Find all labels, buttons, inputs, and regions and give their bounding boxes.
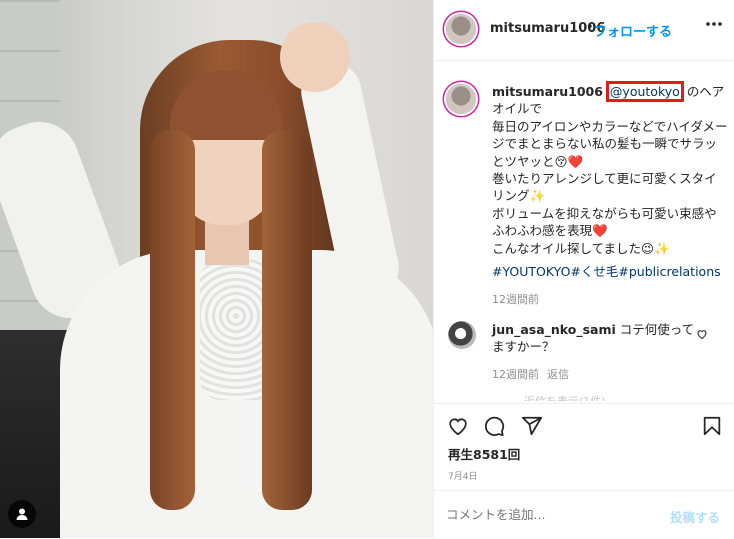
view-count[interactable]: 再生8581回	[448, 444, 520, 463]
like-icon[interactable]	[446, 414, 470, 438]
right-hand	[280, 22, 350, 92]
caption-avatar[interactable]	[446, 84, 476, 114]
comment-icon[interactable]	[482, 414, 506, 438]
post-date[interactable]: 7月4日	[448, 469, 477, 482]
post-comment-button[interactable]: 投稿する	[670, 507, 720, 526]
user-tag-icon[interactable]	[8, 500, 36, 528]
hair-strand-left	[150, 130, 195, 510]
comment-bar: 投稿する	[434, 490, 734, 539]
post-header: mitsumaru1006 • フォローする	[434, 0, 734, 61]
caption-line: ボリュームを抑えながらも可愛い束感やふわふわ感を表現❤️	[492, 205, 717, 239]
comment-age: 12週間前	[492, 368, 539, 381]
hair-strand-right	[262, 130, 312, 510]
comment: jun_asa_nko_sami コテ何使ってますかー？	[492, 321, 702, 356]
hashtags[interactable]: #YOUTOKYO#くせ毛#publicrelations	[492, 261, 721, 280]
avatar[interactable]	[446, 14, 476, 44]
post-caption: mitsumaru1006 @youtokyo のヘアオイルで 毎日のアイロンや…	[492, 81, 728, 257]
commenter-username[interactable]: jun_asa_nko_sami	[492, 322, 616, 337]
commenter-avatar[interactable]	[448, 321, 476, 349]
reply-button[interactable]: 返信	[547, 366, 569, 382]
caption-line: 巻いたりアレンジして更に可愛くスタイリング✨	[492, 171, 717, 204]
post-panel: mitsumaru1006 • フォローする mitsumaru1006 @yo…	[433, 0, 734, 538]
comment-like-icon[interactable]	[696, 328, 708, 343]
caption-line: こんなオイル探してました😉✨	[492, 240, 670, 256]
mention-link[interactable]: @youtokyo	[605, 81, 684, 102]
more-options-icon[interactable]	[704, 14, 724, 39]
caption-age: 12週間前	[492, 293, 539, 306]
video-player[interactable]	[0, 0, 433, 538]
view-replies-button[interactable]: 返信を表示(1件)	[524, 393, 606, 401]
caption-line: 毎日のアイロンやカラーなどでハイダメージでまとまらない私の髪も一瞬でサラッとツヤ…	[492, 118, 728, 169]
separator-dot: •	[586, 20, 594, 35]
follow-button[interactable]: フォローする	[594, 21, 672, 40]
save-icon[interactable]	[700, 414, 724, 438]
share-icon[interactable]	[520, 414, 544, 438]
caption-username[interactable]: mitsumaru1006	[492, 84, 603, 99]
comment-input[interactable]	[446, 507, 646, 522]
